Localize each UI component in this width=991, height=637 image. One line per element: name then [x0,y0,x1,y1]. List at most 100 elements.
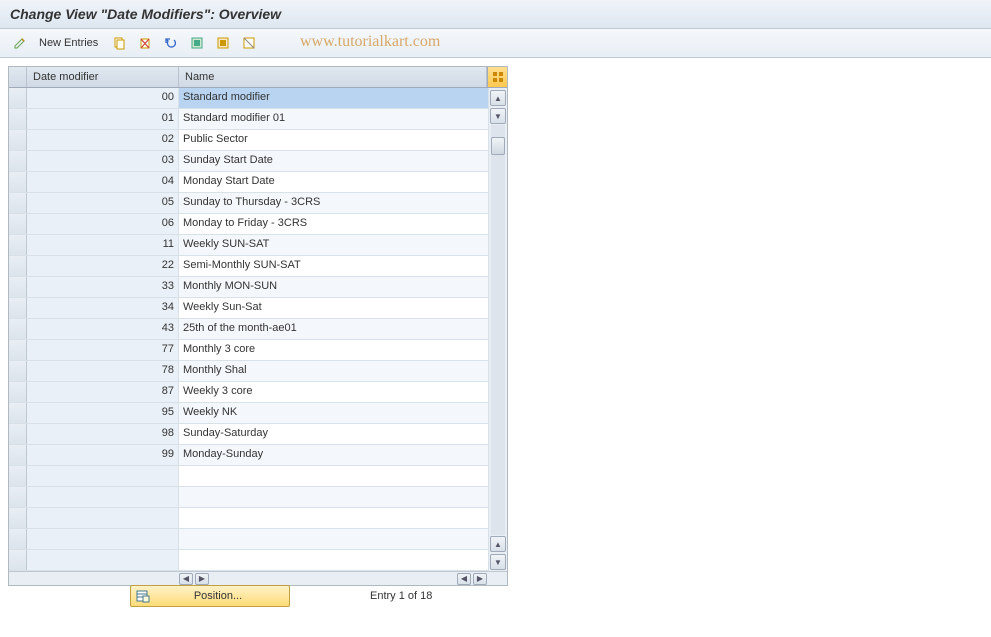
cell-name[interactable] [179,466,489,486]
cell-code[interactable]: 78 [27,361,179,381]
cell-name[interactable]: Weekly SUN-SAT [179,235,489,255]
table-row[interactable]: 02Public Sector [9,130,507,151]
table-row[interactable]: 05Sunday to Thursday - 3CRS [9,193,507,214]
cell-code[interactable]: 00 [27,88,179,108]
row-selector[interactable] [9,193,27,213]
select-all-button[interactable] [185,33,209,53]
row-selector[interactable] [9,256,27,276]
cell-code[interactable]: 87 [27,382,179,402]
deselect-all-button[interactable] [237,33,261,53]
scroll-thumb[interactable] [491,137,505,155]
cell-code[interactable]: 99 [27,445,179,465]
hscroll-right-button[interactable]: ▶ [195,573,209,585]
header-code[interactable]: Date modifier [27,67,179,87]
table-row[interactable]: 87Weekly 3 core [9,382,507,403]
table-row[interactable]: 98Sunday-Saturday [9,424,507,445]
cell-code[interactable]: 33 [27,277,179,297]
row-selector[interactable] [9,235,27,255]
vertical-scrollbar[interactable]: ▲ ▼ ▲ ▼ [489,89,507,571]
table-row[interactable]: 33Monthly MON-SUN [9,277,507,298]
cell-code[interactable] [27,529,179,549]
cell-code[interactable]: 06 [27,214,179,234]
row-selector[interactable] [9,424,27,444]
row-selector[interactable] [9,487,27,507]
hscroll-left-button[interactable]: ◀ [179,573,193,585]
row-selector[interactable] [9,88,27,108]
row-selector[interactable] [9,550,27,570]
scroll-up-end-button[interactable]: ▲ [490,536,506,552]
table-row[interactable]: 95Weekly NK [9,403,507,424]
cell-name[interactable]: Monthly 3 core [179,340,489,360]
table-row[interactable]: 03Sunday Start Date [9,151,507,172]
table-row[interactable] [9,466,507,487]
scroll-down-end-button[interactable]: ▼ [490,554,506,570]
cell-name[interactable] [179,487,489,507]
cell-code[interactable] [27,487,179,507]
cell-code[interactable]: 22 [27,256,179,276]
row-selector[interactable] [9,508,27,528]
scroll-track[interactable] [491,125,505,535]
row-selector[interactable] [9,466,27,486]
cell-code[interactable]: 34 [27,298,179,318]
cell-name[interactable]: Weekly Sun-Sat [179,298,489,318]
cell-name[interactable]: Monday Start Date [179,172,489,192]
cell-name[interactable] [179,508,489,528]
cell-name[interactable]: Sunday-Saturday [179,424,489,444]
row-selector[interactable] [9,319,27,339]
cell-code[interactable]: 95 [27,403,179,423]
row-selector[interactable] [9,298,27,318]
cell-name[interactable]: Standard modifier [179,88,489,108]
undo-button[interactable] [159,33,183,53]
table-row[interactable]: 06Monday to Friday - 3CRS [9,214,507,235]
scroll-up-button[interactable]: ▲ [490,90,506,106]
select-block-button[interactable] [211,33,235,53]
row-selector[interactable] [9,529,27,549]
table-row[interactable]: 78Monthly Shal [9,361,507,382]
cell-name[interactable]: Semi-Monthly SUN-SAT [179,256,489,276]
row-selector[interactable] [9,340,27,360]
copy-button[interactable] [107,33,131,53]
table-row[interactable] [9,529,507,550]
change-button[interactable] [8,33,32,53]
row-selector[interactable] [9,445,27,465]
cell-code[interactable] [27,550,179,570]
cell-name[interactable]: Weekly NK [179,403,489,423]
cell-code[interactable]: 11 [27,235,179,255]
row-selector[interactable] [9,130,27,150]
table-settings-button[interactable] [487,67,507,87]
cell-code[interactable] [27,466,179,486]
row-selector[interactable] [9,151,27,171]
header-selector[interactable] [9,67,27,87]
row-selector[interactable] [9,361,27,381]
cell-code[interactable]: 03 [27,151,179,171]
cell-name[interactable]: Monthly Shal [179,361,489,381]
table-row[interactable]: 99Monday-Sunday [9,445,507,466]
table-row[interactable]: 77Monthly 3 core [9,340,507,361]
header-name[interactable]: Name [179,67,487,87]
hscroll-left-end-button[interactable]: ◀ [457,573,471,585]
new-entries-button[interactable]: New Entries [34,33,105,53]
row-selector[interactable] [9,172,27,192]
cell-name[interactable] [179,550,489,570]
cell-name[interactable]: Public Sector [179,130,489,150]
cell-code[interactable]: 04 [27,172,179,192]
hscroll-right-end-button[interactable]: ▶ [473,573,487,585]
row-selector[interactable] [9,109,27,129]
scroll-down-button[interactable]: ▼ [490,108,506,124]
cell-code[interactable]: 05 [27,193,179,213]
table-row[interactable] [9,487,507,508]
cell-code[interactable]: 43 [27,319,179,339]
cell-name[interactable]: Monday to Friday - 3CRS [179,214,489,234]
table-row[interactable]: 11Weekly SUN-SAT [9,235,507,256]
table-row[interactable] [9,550,507,571]
table-row[interactable]: 4325th of the month-ae01 [9,319,507,340]
cell-code[interactable] [27,508,179,528]
cell-name[interactable]: 25th of the month-ae01 [179,319,489,339]
cell-name[interactable]: Monthly MON-SUN [179,277,489,297]
row-selector[interactable] [9,214,27,234]
cell-name[interactable]: Monday-Sunday [179,445,489,465]
position-button[interactable]: Position... [130,585,290,607]
table-row[interactable]: 22Semi-Monthly SUN-SAT [9,256,507,277]
cell-code[interactable]: 02 [27,130,179,150]
table-row[interactable]: 34Weekly Sun-Sat [9,298,507,319]
